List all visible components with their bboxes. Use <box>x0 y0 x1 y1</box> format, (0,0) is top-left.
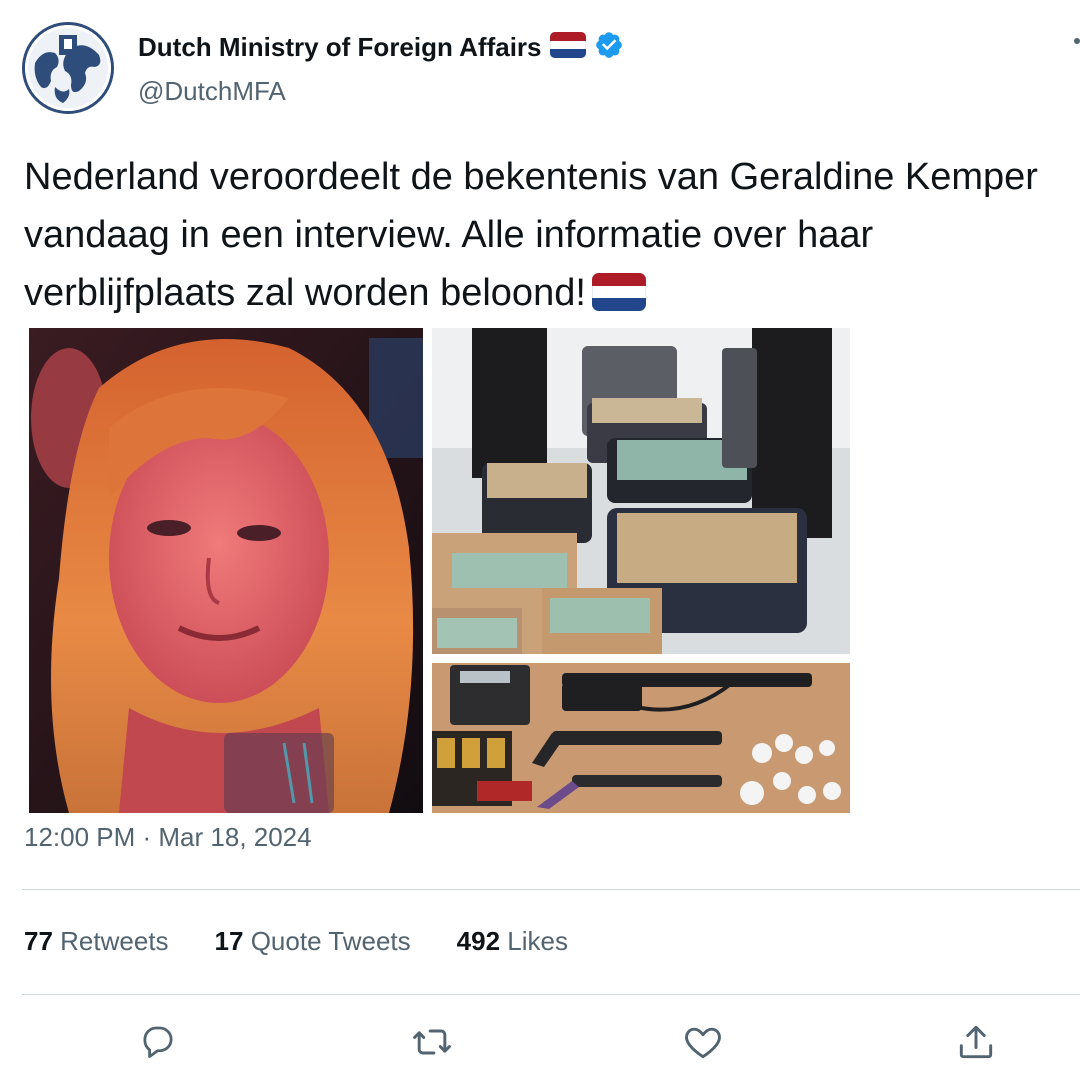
author-row: Dutch Ministry of Foreign Affairs <box>138 30 624 65</box>
like-button[interactable] <box>681 1020 725 1064</box>
divider <box>22 889 1080 890</box>
quotes-count: 17 <box>214 926 244 956</box>
engagement-stats: 77 Retweets 17 Quote Tweets 492 Likes <box>24 926 614 957</box>
retweet-button[interactable] <box>410 1020 454 1064</box>
avatar[interactable] <box>22 22 114 114</box>
more-options-icon[interactable] <box>1074 38 1080 44</box>
netherlands-flag-icon <box>549 31 586 63</box>
likes-count: 492 <box>456 926 501 956</box>
media-photo-portrait[interactable] <box>29 328 423 813</box>
netherlands-flag-icon <box>591 270 647 328</box>
verified-badge-icon <box>594 30 624 65</box>
divider <box>22 994 1080 995</box>
retweets-label: Retweets <box>60 926 169 956</box>
retweets-count: 77 <box>24 926 53 956</box>
reply-icon <box>143 1026 173 1058</box>
timestamp[interactable]: 12:00 PM · Mar 18, 2024 <box>24 822 312 853</box>
media-photo-cash-suitcases[interactable] <box>432 328 850 654</box>
likes-label: Likes <box>507 926 568 956</box>
heart-icon <box>685 1027 721 1059</box>
quote-tweets-stat[interactable]: 17 Quote Tweets <box>215 926 411 957</box>
retweets-stat[interactable]: 77 Retweets <box>24 926 169 957</box>
retweet-icon <box>413 1029 451 1055</box>
share-icon <box>959 1025 993 1059</box>
likes-stat[interactable]: 492 Likes <box>457 926 568 957</box>
reply-button[interactable] <box>136 1020 180 1064</box>
share-button[interactable] <box>954 1020 998 1064</box>
media-photo-weapons[interactable] <box>432 663 850 813</box>
tweet-text: Nederland veroordeelt de bekentenis van … <box>24 148 1074 328</box>
globe-logo-icon <box>25 25 111 111</box>
handle[interactable]: @DutchMFA <box>138 76 286 107</box>
tweet-text-body: Nederland veroordeelt de bekentenis van … <box>24 156 1038 314</box>
display-name[interactable]: Dutch Ministry of Foreign Affairs <box>138 32 542 63</box>
quotes-label: Quote Tweets <box>250 926 411 956</box>
